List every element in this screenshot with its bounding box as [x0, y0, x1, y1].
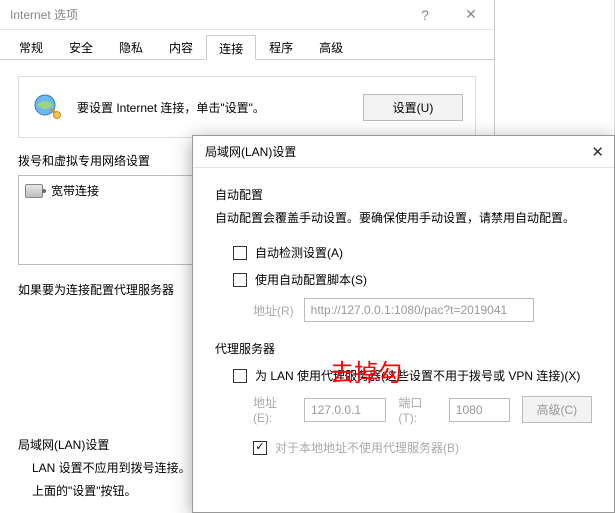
lan-section-label: 局域网(LAN)设置: [18, 436, 191, 453]
advanced-button[interactable]: 高级(C): [522, 396, 592, 423]
proxy-address-input[interactable]: 127.0.0.1: [304, 398, 386, 422]
use-script-checkbox[interactable]: [233, 273, 247, 287]
help-icon[interactable]: ?: [402, 0, 448, 29]
script-address-row: 地址(R) http://127.0.0.1:1080/pac?t=201904…: [253, 298, 592, 322]
lan-close-icon[interactable]: ✕: [564, 143, 604, 161]
proxy-address-row: 地址(E): 127.0.0.1 端口(T): 1080 高级(C): [253, 394, 592, 425]
setup-text: 要设置 Internet 连接，单击"设置"。: [77, 99, 265, 116]
tab-programs[interactable]: 程序: [256, 34, 306, 59]
lan-settings-window: 局域网(LAN)设置 ✕ 自动配置 自动配置会覆盖手动设置。要确保使用手动设置，…: [192, 135, 615, 513]
setup-row: 要设置 Internet 连接，单击"设置"。 设置(U): [18, 76, 476, 138]
proxy-checkbox-label: 为 LAN 使用代理服务器(这些设置不用于拨号或 VPN 连接)(X): [255, 367, 580, 384]
tab-privacy[interactable]: 隐私: [106, 34, 156, 59]
tab-content[interactable]: 内容: [156, 34, 206, 59]
tab-security[interactable]: 安全: [56, 34, 106, 59]
use-script-label: 使用自动配置脚本(S): [255, 271, 367, 288]
bypass-local-label: 对于本地地址不使用代理服务器(B): [275, 439, 459, 456]
internet-options-title: Internet 选项: [10, 6, 78, 23]
setup-button[interactable]: 设置(U): [363, 94, 463, 121]
tabs-bar: 常规 安全 隐私 内容 连接 程序 高级: [0, 30, 494, 60]
proxy-checkbox[interactable]: [233, 369, 247, 383]
script-address-input[interactable]: http://127.0.0.1:1080/pac?t=2019041: [304, 298, 534, 322]
lan-desc-line2: 上面的"设置"按钮。: [32, 482, 191, 499]
close-icon[interactable]: ✕: [448, 0, 494, 29]
bypass-local-checkbox[interactable]: [253, 441, 267, 455]
script-address-label: 地址(R): [253, 302, 294, 319]
use-script-checkbox-row[interactable]: 使用自动配置脚本(S): [233, 271, 592, 288]
lan-desc-line1: LAN 设置不应用到拨号连接。: [32, 459, 191, 476]
auto-detect-checkbox[interactable]: [233, 246, 247, 260]
autocfg-desc: 自动配置会覆盖手动设置。要确保使用手动设置，请禁用自动配置。: [215, 209, 592, 226]
proxy-port-input[interactable]: 1080: [449, 398, 510, 422]
tab-connections[interactable]: 连接: [206, 35, 256, 60]
auto-detect-label: 自动检测设置(A): [255, 244, 343, 261]
autocfg-label: 自动配置: [215, 186, 592, 203]
auto-detect-checkbox-row[interactable]: 自动检测设置(A): [233, 244, 592, 261]
proxy-section-label: 代理服务器: [215, 340, 592, 357]
annotation-text: 去掉勾: [330, 353, 402, 388]
modem-icon: [25, 184, 43, 198]
internet-options-titlebar: Internet 选项 ? ✕: [0, 0, 494, 30]
lan-settings-title: 局域网(LAN)设置: [205, 143, 296, 160]
globe-icon: [31, 91, 63, 123]
proxy-checkbox-row[interactable]: 为 LAN 使用代理服务器(这些设置不用于拨号或 VPN 连接)(X): [233, 367, 592, 384]
lan-body: 自动配置 自动配置会覆盖手动设置。要确保使用手动设置，请禁用自动配置。 自动检测…: [193, 168, 614, 456]
lan-settings-titlebar: 局域网(LAN)设置 ✕: [193, 136, 614, 168]
proxy-address-label: 地址(E):: [253, 394, 292, 425]
tab-advanced[interactable]: 高级: [306, 34, 356, 59]
tab-general[interactable]: 常规: [6, 34, 56, 59]
dialup-item-label: 宽带连接: [51, 182, 99, 199]
bypass-local-row[interactable]: 对于本地地址不使用代理服务器(B): [253, 439, 592, 456]
lan-section: 局域网(LAN)设置 LAN 设置不应用到拨号连接。 上面的"设置"按钮。: [18, 430, 191, 505]
proxy-port-label: 端口(T):: [398, 394, 436, 425]
